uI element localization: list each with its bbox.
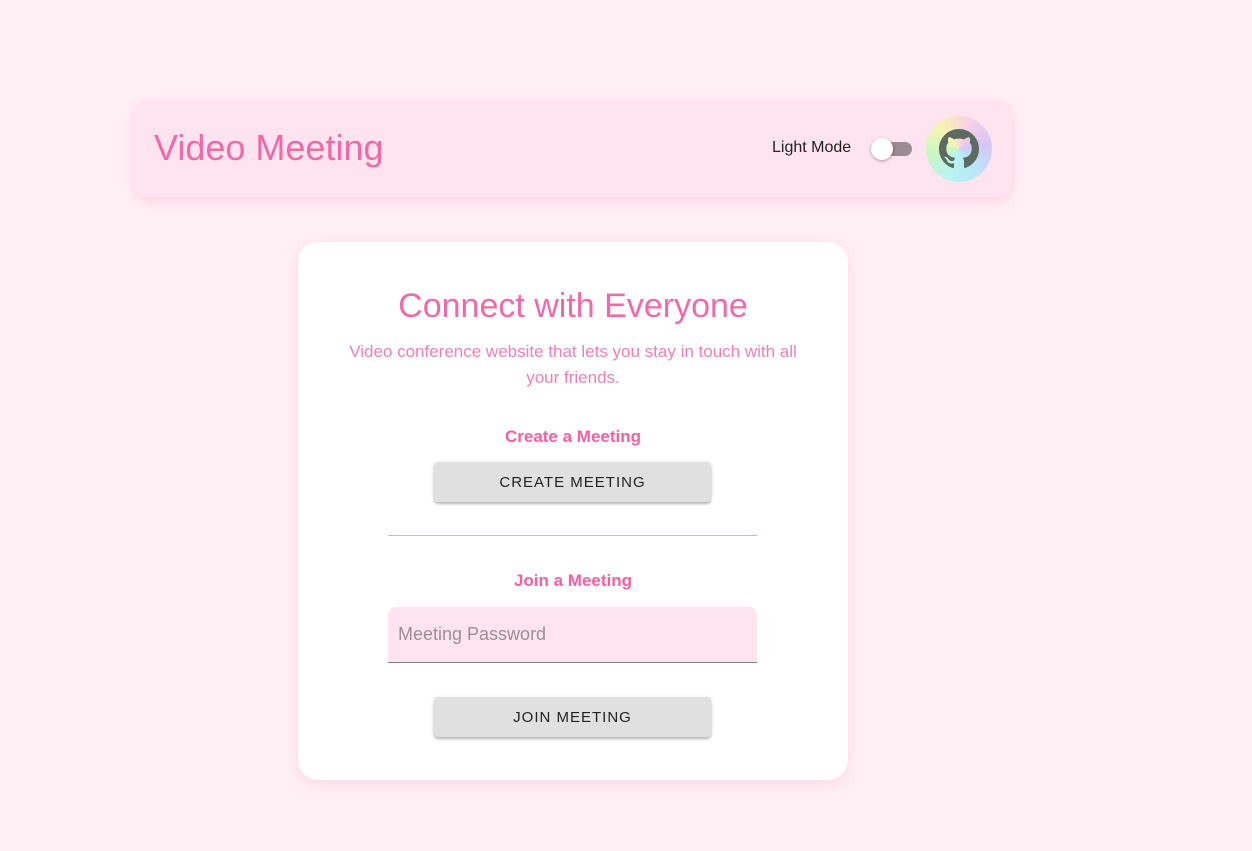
theme-toggle-thumb [871, 138, 893, 160]
theme-mode-label: Light Mode [772, 139, 852, 156]
github-icon [939, 129, 979, 169]
create-meeting-button[interactable]: CREATE MEETING [434, 462, 711, 502]
join-meeting-button[interactable]: JOIN MEETING [434, 697, 711, 737]
meeting-card: Connect with Everyone Video conference w… [298, 242, 848, 780]
app-title: Video Meeting [154, 127, 384, 168]
card-subtitle: Video conference website that lets you s… [349, 342, 797, 387]
app-header: Video Meeting Light Mode [134, 100, 1012, 197]
card-title: Connect with Everyone [398, 287, 748, 325]
create-meeting-heading: Create a Meeting [504, 427, 642, 446]
meeting-password-field [388, 607, 757, 663]
theme-toggle[interactable] [871, 137, 913, 161]
meeting-password-input[interactable] [388, 607, 757, 662]
section-divider [388, 535, 757, 536]
github-link-button[interactable] [926, 116, 992, 182]
join-meeting-heading: Join a Meeting [513, 571, 633, 590]
